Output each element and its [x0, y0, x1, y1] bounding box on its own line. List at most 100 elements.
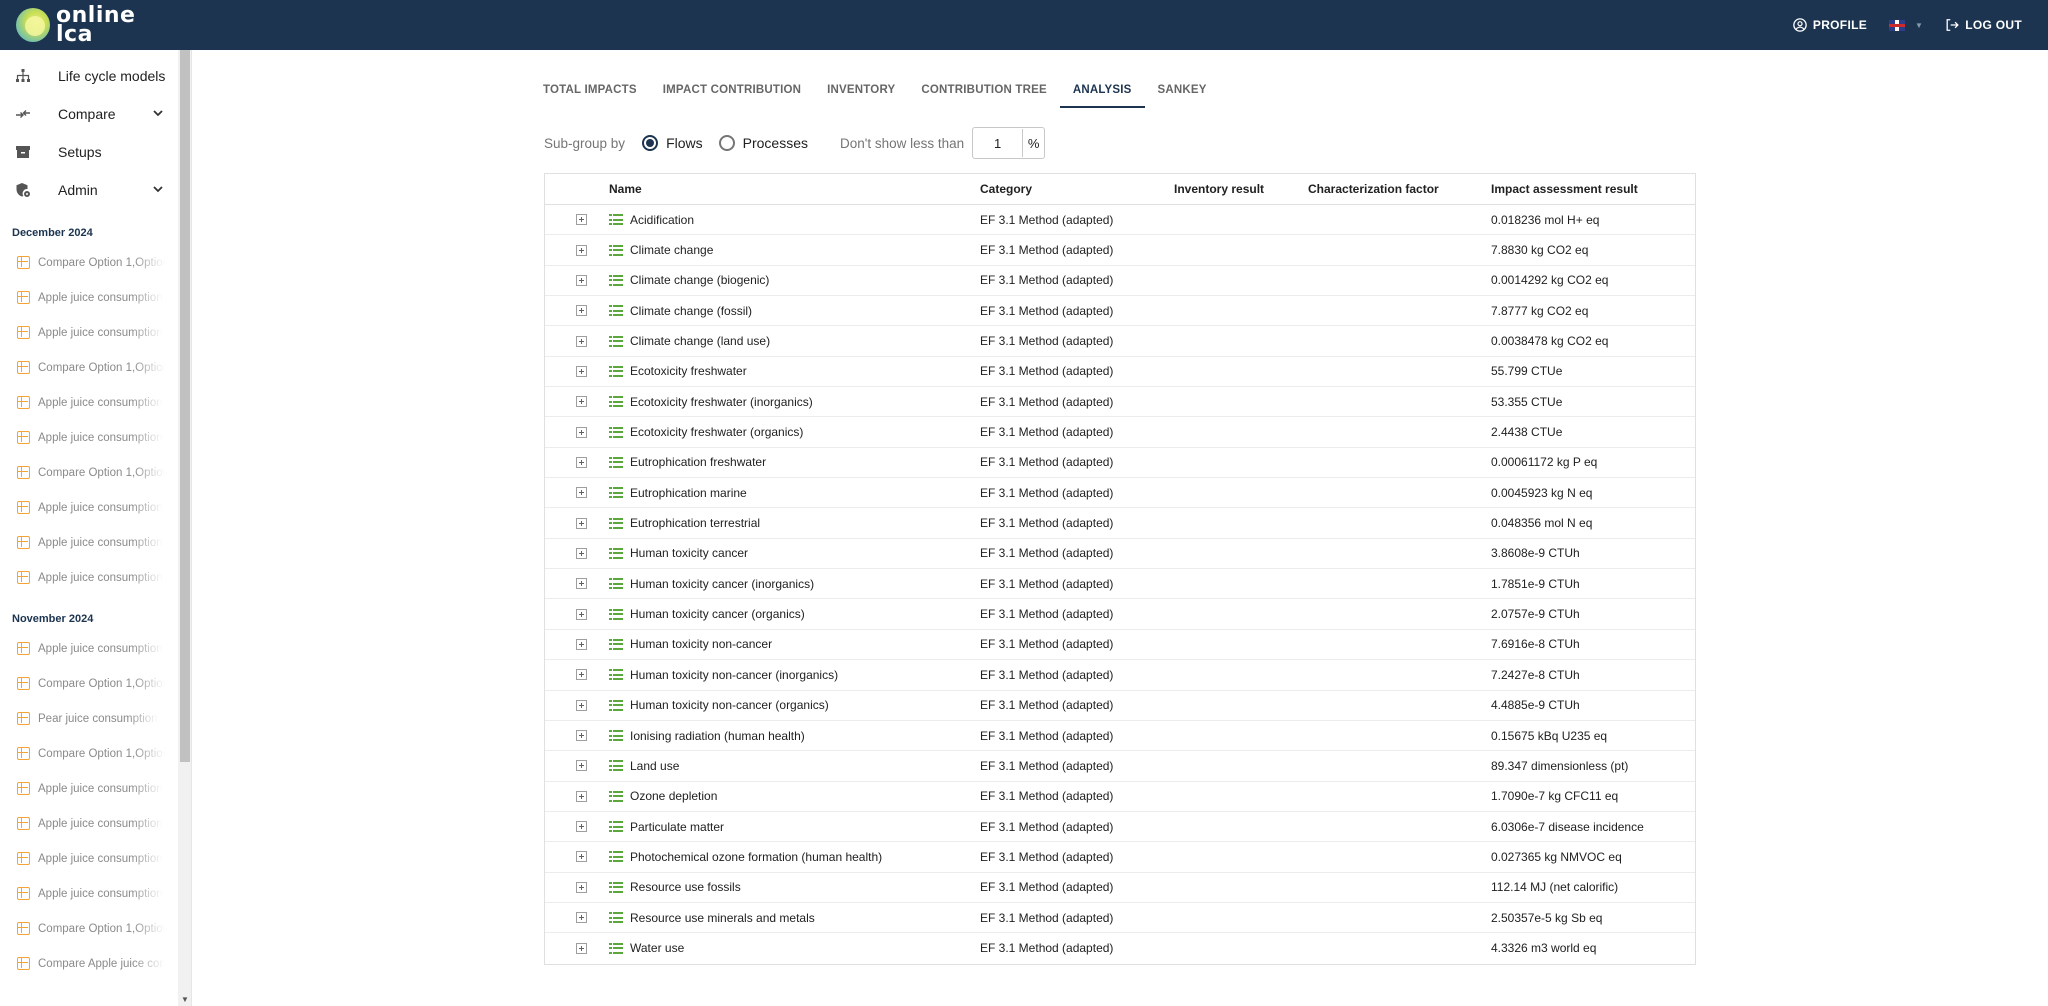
- flows-radio-label[interactable]: Flows: [666, 135, 703, 151]
- history-item[interactable]: Apple juice consumption: [0, 841, 165, 876]
- table-row[interactable]: Resource use fossils EF 3.1 Method (adapt…: [545, 873, 1695, 903]
- expand-plus-icon[interactable]: [575, 851, 587, 863]
- table-row[interactable]: Ecotoxicity freshwater EF 3.1 Method (ada…: [545, 357, 1695, 388]
- history-item[interactable]: Apple juice consumption: [0, 876, 165, 911]
- history-item[interactable]: Apple juice consumption: [0, 525, 165, 560]
- column-header-name[interactable]: Name: [609, 182, 980, 196]
- history-item[interactable]: Compare Option 1,Option: [0, 666, 165, 701]
- flows-radio[interactable]: [642, 135, 659, 151]
- table-row[interactable]: Human toxicity non-cancer (organics) EF 3…: [545, 691, 1695, 721]
- scroll-down-arrow-icon[interactable]: ▼: [181, 995, 189, 1004]
- table-row[interactable]: Ecotoxicity freshwater (inorganics) EF 3.…: [545, 387, 1695, 418]
- column-header-cf[interactable]: Characterization factor: [1308, 182, 1491, 196]
- table-row[interactable]: Climate change (land use) EF 3.1 Method (…: [545, 326, 1695, 357]
- table-row[interactable]: Resource use minerals and metals EF 3.1 M…: [545, 903, 1695, 934]
- tab-analysis[interactable]: ANALYSIS: [1059, 72, 1145, 108]
- tab-impact-contribution[interactable]: IMPACT CONTRIBUTION: [650, 72, 814, 108]
- expand-plus-icon[interactable]: [575, 365, 587, 377]
- threshold-input[interactable]: [973, 129, 1024, 157]
- expand-plus-icon[interactable]: [575, 305, 587, 317]
- table-row[interactable]: Particulate matter EF 3.1 Method (adapted…: [545, 812, 1695, 843]
- history-item[interactable]: Apple juice consumption: [0, 420, 165, 455]
- table-row[interactable]: Ozone depletion EF 3.1 Method (adapted) 1.…: [545, 782, 1695, 812]
- table-row[interactable]: Human toxicity non-cancer (inorganics) EF…: [545, 660, 1695, 691]
- language-selector[interactable]: ▼: [1889, 19, 1923, 31]
- app-logo[interactable]: online lca: [16, 4, 135, 46]
- history-item[interactable]: Compare Option 1,Option: [0, 245, 165, 280]
- nav-life-cycle-models[interactable]: Life cycle models: [0, 57, 178, 95]
- history-item[interactable]: Compare Option 1,Option: [0, 350, 165, 385]
- table-row[interactable]: Photochemical ozone formation (human hea…: [545, 842, 1695, 873]
- history-item[interactable]: Apple juice consumption: [0, 490, 165, 525]
- history-item[interactable]: Apple juice consumption: [0, 631, 165, 666]
- tab-sankey[interactable]: SANKEY: [1145, 72, 1220, 108]
- expand-plus-icon[interactable]: [575, 608, 587, 620]
- profile-button[interactable]: PROFILE: [1793, 18, 1867, 32]
- expand-plus-icon[interactable]: [575, 730, 587, 742]
- history-item[interactable]: Compare Option 1,Option: [0, 736, 165, 771]
- nav-compare[interactable]: Compare: [0, 95, 178, 133]
- expand-plus-icon[interactable]: [575, 638, 587, 650]
- history-item[interactable]: Compare Apple juice con: [0, 946, 165, 981]
- tab-contribution-tree[interactable]: CONTRIBUTION TREE: [908, 72, 1059, 108]
- table-row[interactable]: Ionising radiation (human health) EF 3.1 …: [545, 721, 1695, 752]
- expand-plus-icon[interactable]: [575, 881, 587, 893]
- table-row[interactable]: Land use EF 3.1 Method (adapted) 89.347 di…: [545, 751, 1695, 782]
- table-row[interactable]: Climate change (fossil) EF 3.1 Method (ad…: [545, 296, 1695, 327]
- expand-plus-icon[interactable]: [575, 396, 587, 408]
- expand-plus-icon[interactable]: [575, 274, 587, 286]
- expand-plus-icon[interactable]: [575, 517, 587, 529]
- table-row[interactable]: Water use EF 3.1 Method (adapted) 4.3326 m…: [545, 933, 1695, 963]
- history-item[interactable]: Apple juice consumption: [0, 806, 165, 841]
- expand-plus-icon[interactable]: [575, 912, 587, 924]
- history-item[interactable]: Pear juice consumption: [0, 701, 165, 736]
- history-item[interactable]: Apple juice consumption: [0, 560, 165, 595]
- table-row[interactable]: Eutrophication freshwater EF 3.1 Method (…: [545, 448, 1695, 479]
- expand-plus-icon[interactable]: [575, 335, 587, 347]
- history-item[interactable]: Apple juice consumption: [0, 315, 165, 350]
- table-row[interactable]: Acidification EF 3.1 Method (adapted) 0.01…: [545, 205, 1695, 236]
- tab-total-impacts[interactable]: TOTAL IMPACTS: [530, 72, 650, 108]
- table-row[interactable]: Eutrophication marine EF 3.1 Method (adap…: [545, 478, 1695, 509]
- history-item-label: Apple juice consumption: [38, 887, 163, 900]
- table-row[interactable]: Ecotoxicity freshwater (organics) EF 3.1 …: [545, 417, 1695, 448]
- history-item[interactable]: Apple juice consumption: [0, 385, 165, 420]
- processes-radio[interactable]: [718, 135, 735, 151]
- history-item[interactable]: Compare Option 1,Option: [0, 911, 165, 946]
- sidebar-scrollbar[interactable]: ▼: [178, 50, 191, 1006]
- scrollbar-thumb[interactable]: [180, 50, 190, 762]
- nav-admin[interactable]: Admin: [0, 171, 178, 209]
- expand-plus-icon[interactable]: [575, 699, 587, 711]
- table-row[interactable]: Human toxicity cancer EF 3.1 Method (adap…: [545, 539, 1695, 570]
- expand-plus-icon[interactable]: [575, 547, 587, 559]
- column-header-impact[interactable]: Impact assessment result: [1491, 182, 1695, 196]
- table-row[interactable]: Human toxicity non-cancer EF 3.1 Method (…: [545, 630, 1695, 661]
- tab-inventory[interactable]: INVENTORY: [814, 72, 908, 108]
- logout-button[interactable]: LOG OUT: [1945, 18, 2022, 32]
- expand-plus-icon[interactable]: [575, 456, 587, 468]
- expand-plus-icon[interactable]: [575, 790, 587, 802]
- expand-plus-icon[interactable]: [575, 487, 587, 499]
- processes-radio-label[interactable]: Processes: [743, 135, 808, 151]
- table-row[interactable]: Eutrophication terrestrial EF 3.1 Method …: [545, 508, 1695, 539]
- table-row[interactable]: Human toxicity cancer (inorganics) EF 3.1…: [545, 569, 1695, 600]
- expand-plus-icon[interactable]: [575, 426, 587, 438]
- table-row[interactable]: Climate change EF 3.1 Method (adapted) 7.8…: [545, 235, 1695, 266]
- expand-plus-icon[interactable]: [575, 578, 587, 590]
- expand-plus-icon[interactable]: [575, 942, 587, 954]
- nav-setups[interactable]: Setups: [0, 133, 178, 171]
- expand-plus-icon[interactable]: [575, 214, 587, 226]
- expand-plus-icon[interactable]: [575, 760, 587, 772]
- impact-name: Water use: [630, 941, 685, 956]
- column-header-category[interactable]: Category: [980, 182, 1174, 196]
- table-row[interactable]: Human toxicity cancer (organics) EF 3.1 M…: [545, 599, 1695, 630]
- history-item[interactable]: Compare Option 1,Option: [0, 455, 165, 490]
- expand-plus-icon[interactable]: [575, 821, 587, 833]
- table-row[interactable]: Climate change (biogenic) EF 3.1 Method (…: [545, 266, 1695, 297]
- list-icon: [609, 790, 623, 802]
- column-header-inventory[interactable]: Inventory result: [1174, 182, 1308, 196]
- history-item[interactable]: Apple juice consumption: [0, 280, 165, 315]
- expand-plus-icon[interactable]: [575, 669, 587, 681]
- expand-plus-icon[interactable]: [575, 244, 587, 256]
- history-item[interactable]: Apple juice consumption: [0, 771, 165, 806]
